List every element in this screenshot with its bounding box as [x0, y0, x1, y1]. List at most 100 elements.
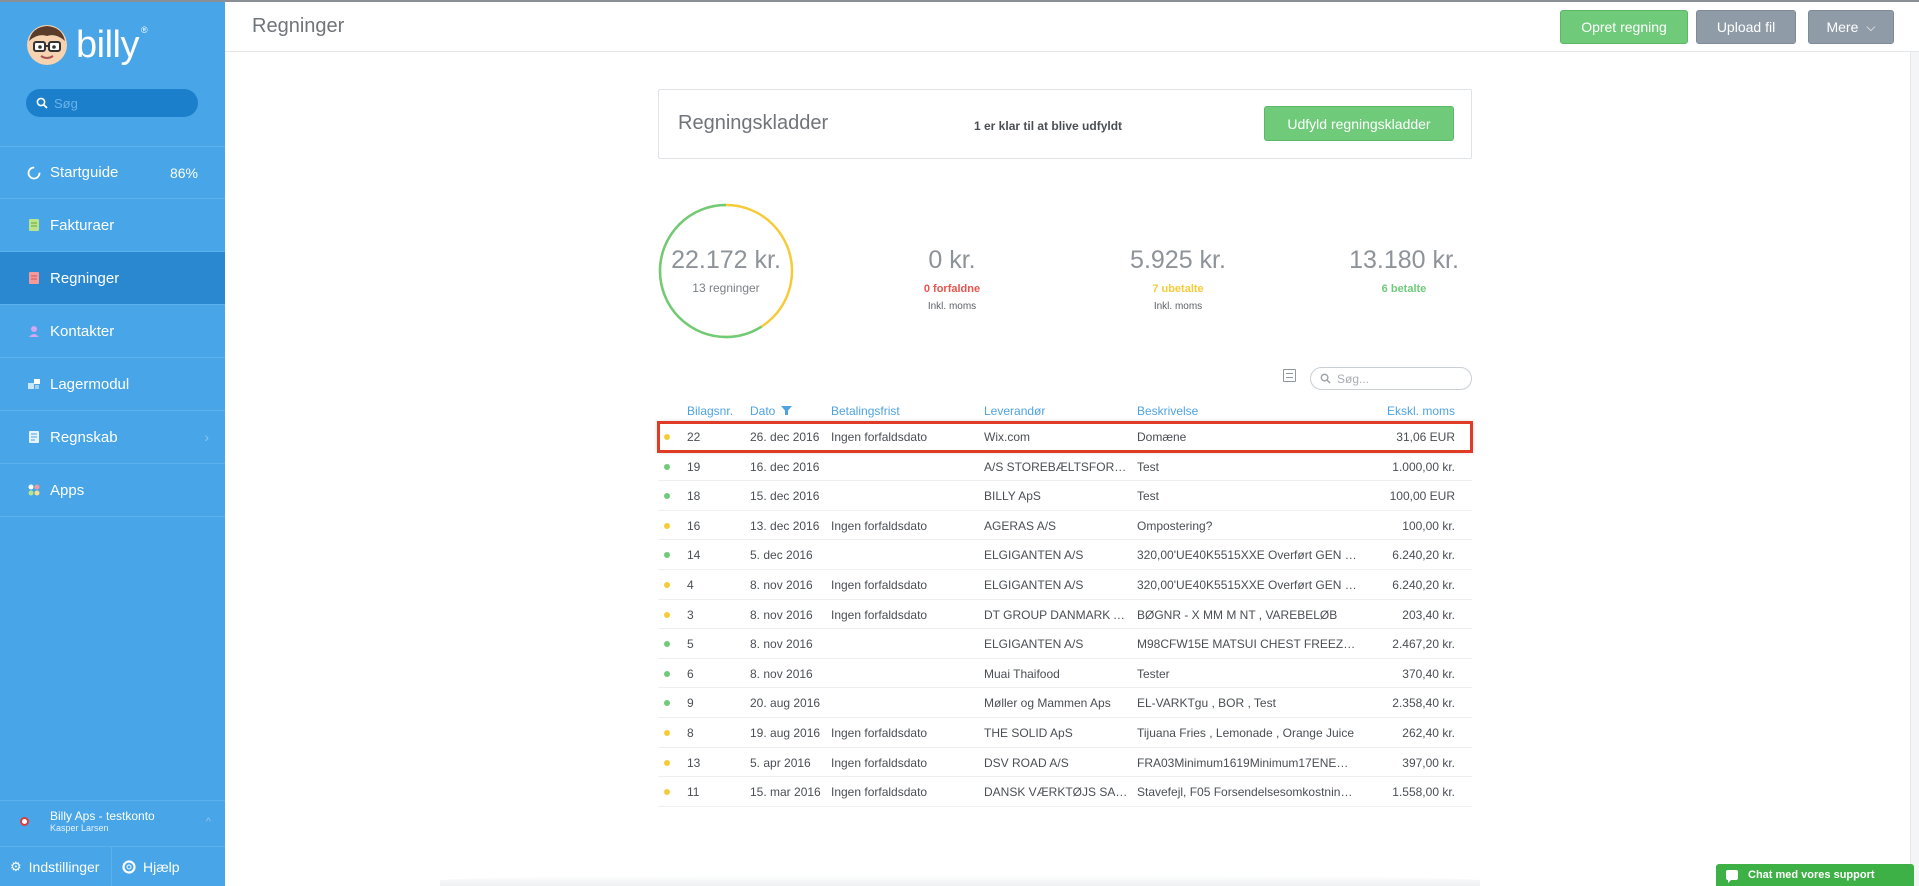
cell-vendor: ELGIGANTEN A/S	[984, 577, 1084, 592]
inventory-icon	[28, 379, 40, 389]
cell-description: Tester	[1137, 666, 1170, 681]
cell-amount: 2.358,40 kr.	[1392, 696, 1455, 711]
overdue-stat[interactable]: 0 kr. 0 forfaldne Inkl. moms	[872, 246, 1032, 312]
cell-amount: 1.558,00 kr.	[1392, 785, 1455, 800]
table-row[interactable]: 14 5. dec 2016 ELGIGANTEN A/S 320,00'UE40K5…	[658, 540, 1472, 570]
brand-name: billy ®	[76, 24, 148, 66]
table-row[interactable]: 3 8. nov 2016 Ingen forfaldsdato DT GROUP D…	[658, 600, 1472, 630]
sidebar: billy® Startguide 86% Fakturaer Regninge…	[0, 0, 225, 886]
table-row[interactable]: 19 16. dec 2016 A/S STOREBÆLTSFORBINDELSEN…	[658, 452, 1472, 482]
page-scrollbar[interactable]	[1910, 52, 1919, 886]
list-view-icon[interactable]	[1283, 369, 1296, 382]
cell-description: 320,00'UE40K5515XXE Overført GEN CHARGE	[1137, 577, 1357, 592]
cell-vendor: DT GROUP DANMARK A/S	[984, 607, 1129, 622]
cell-description: Test	[1137, 459, 1160, 474]
search-icon	[36, 97, 48, 109]
table-row[interactable]: 9 20. aug 2016 Møller og Mammen Aps EL-VARK…	[658, 688, 1472, 718]
startguide-progress-badge: 86%	[169, 164, 198, 181]
sidebar-search-input[interactable]	[54, 95, 184, 111]
bills-table: Bilagsnr. Dato Betalingsfrist Leverandør…	[657, 400, 1473, 807]
chat-support-button[interactable]: Chat med vores support	[1716, 864, 1914, 886]
cell-number: 19	[687, 459, 701, 474]
settings-label: Indstillinger	[28, 858, 100, 875]
help-label: Hjælp	[143, 858, 180, 875]
cell-date: 8. nov 2016	[750, 666, 813, 681]
table-search[interactable]	[1310, 367, 1472, 390]
sidebar-search[interactable]	[26, 89, 198, 117]
col-header-vendor[interactable]: Leverandør	[984, 404, 1045, 418]
help-button[interactable]: Hjælp	[112, 847, 180, 886]
sidebar-item-regnskab[interactable]: Regnskab ›	[0, 411, 225, 464]
status-dot	[664, 493, 670, 500]
table-row[interactable]: 13 5. apr 2016 Ingen forfaldsdato DSV ROAD …	[658, 748, 1472, 778]
paid-stat[interactable]: 13.180 kr. 6 betalte	[1324, 246, 1484, 295]
table-row[interactable]: 4 8. nov 2016 Ingen forfaldsdato ELGIGANTEN…	[658, 570, 1472, 600]
sidebar-item-label: Startguide	[50, 164, 119, 181]
cell-number: 11	[687, 785, 700, 800]
sidebar-item-kontakter[interactable]: Kontakter	[0, 305, 225, 358]
account-switcher[interactable]: Billy Aps - testkonto Kasper Larsen ^	[0, 800, 225, 842]
sidebar-nav: Startguide 86% Fakturaer Regninger Konta…	[0, 146, 225, 517]
sidebar-item-apps[interactable]: Apps	[0, 464, 225, 517]
table-search-input[interactable]	[1337, 371, 1457, 386]
cell-date: 15. mar 2016	[750, 785, 821, 800]
filter-funnel-icon	[780, 406, 792, 415]
status-dot	[664, 463, 670, 470]
table-row[interactable]: 6 8. nov 2016 Muai Thaifood Tester 370,40 kr…	[658, 659, 1472, 689]
table-row[interactable]: 5 8. nov 2016 ELGIGANTEN A/S M98CFW15E MATS…	[658, 629, 1472, 659]
col-header-number[interactable]: Bilagsnr.	[687, 404, 733, 418]
create-bill-button[interactable]: Opret regning	[1560, 10, 1688, 44]
col-header-description[interactable]: Beskrivelse	[1137, 404, 1198, 418]
cell-date: 16. dec 2016	[750, 459, 820, 474]
upload-file-button[interactable]: Upload fil	[1696, 10, 1796, 44]
sidebar-item-fakturaer[interactable]: Fakturaer	[0, 199, 225, 252]
total-count: 13 regninger	[692, 281, 760, 295]
cell-date: 8. nov 2016	[750, 637, 813, 652]
table-row[interactable]: 8 19. aug 2016 Ingen forfaldsdato THE SOLID…	[658, 718, 1472, 748]
account-name: Billy Aps - testkonto	[50, 809, 155, 823]
cell-vendor: DSV ROAD A/S	[984, 755, 1069, 770]
page-footer-shadow	[440, 875, 1480, 886]
overdue-vat-note: Inkl. moms	[927, 301, 977, 312]
table-row[interactable]: 22 26. dec 2016 Ingen forfaldsdato Wix.com D…	[657, 421, 1473, 453]
apps-icon	[28, 484, 40, 496]
sidebar-item-label: Kontakter	[50, 322, 115, 340]
status-dot	[664, 729, 670, 736]
cell-date: 15. dec 2016	[750, 489, 820, 504]
col-header-date[interactable]: Dato	[750, 404, 792, 418]
cell-vendor: Wix.com	[984, 430, 1030, 444]
fill-drafts-button[interactable]: Udfyld regningskladder	[1264, 106, 1454, 141]
sidebar-item-regninger[interactable]: Regninger	[0, 252, 225, 305]
status-dot	[664, 670, 670, 677]
table-body: 22 26. dec 2016 Ingen forfaldsdato Wix.com D…	[657, 421, 1473, 807]
table-row[interactable]: 11 15. mar 2016 Ingen forfaldsdato DANSK VÆ…	[658, 777, 1472, 807]
cell-date: 5. dec 2016	[750, 548, 813, 563]
bill-drafts-card: Regningskladder 1 er klar til at blive u…	[658, 89, 1472, 159]
cell-vendor: BILLY ApS	[984, 489, 1041, 504]
col-header-due[interactable]: Betalingsfrist	[831, 404, 900, 418]
cell-amount: 6.240,20 kr.	[1392, 548, 1455, 563]
cell-due-date: Ingen forfaldsdato	[831, 785, 928, 800]
cell-date: 5. apr 2016	[750, 755, 811, 770]
cell-due-date: Ingen forfaldsdato	[831, 755, 928, 770]
cell-amount: 100,00 EUR	[1389, 489, 1455, 504]
cell-vendor: THE SOLID ApS	[984, 725, 1073, 740]
cell-number: 16	[687, 518, 701, 533]
cell-date: 8. nov 2016	[750, 607, 813, 622]
sidebar-item-startguide[interactable]: Startguide 86%	[0, 146, 225, 199]
brand-logo[interactable]: billy ®	[26, 20, 148, 70]
lifebuoy-icon	[122, 859, 136, 874]
cell-amount: 6.240,20 kr.	[1392, 577, 1455, 592]
cell-amount: 370,40 kr.	[1402, 666, 1455, 681]
more-menu-button[interactable]: Mere ⌵	[1808, 10, 1894, 44]
chat-bubble-icon	[1726, 870, 1738, 883]
table-row[interactable]: 16 13. dec 2016 Ingen forfaldsdato AGERAS A…	[658, 511, 1472, 541]
status-dot	[664, 789, 670, 796]
col-header-amount[interactable]: Ekskl. moms	[1387, 404, 1455, 418]
cell-amount: 397,00 kr.	[1402, 755, 1455, 770]
table-row[interactable]: 18 15. dec 2016 BILLY ApS Test 100,00 EUR	[658, 481, 1472, 511]
sidebar-item-lagermodul[interactable]: Lagermodul	[0, 358, 225, 411]
accounting-icon	[29, 431, 39, 443]
settings-button[interactable]: ⚙ Indstillinger	[0, 846, 112, 886]
unpaid-stat[interactable]: 5.925 kr. 7 ubetalte Inkl. moms	[1098, 246, 1258, 312]
